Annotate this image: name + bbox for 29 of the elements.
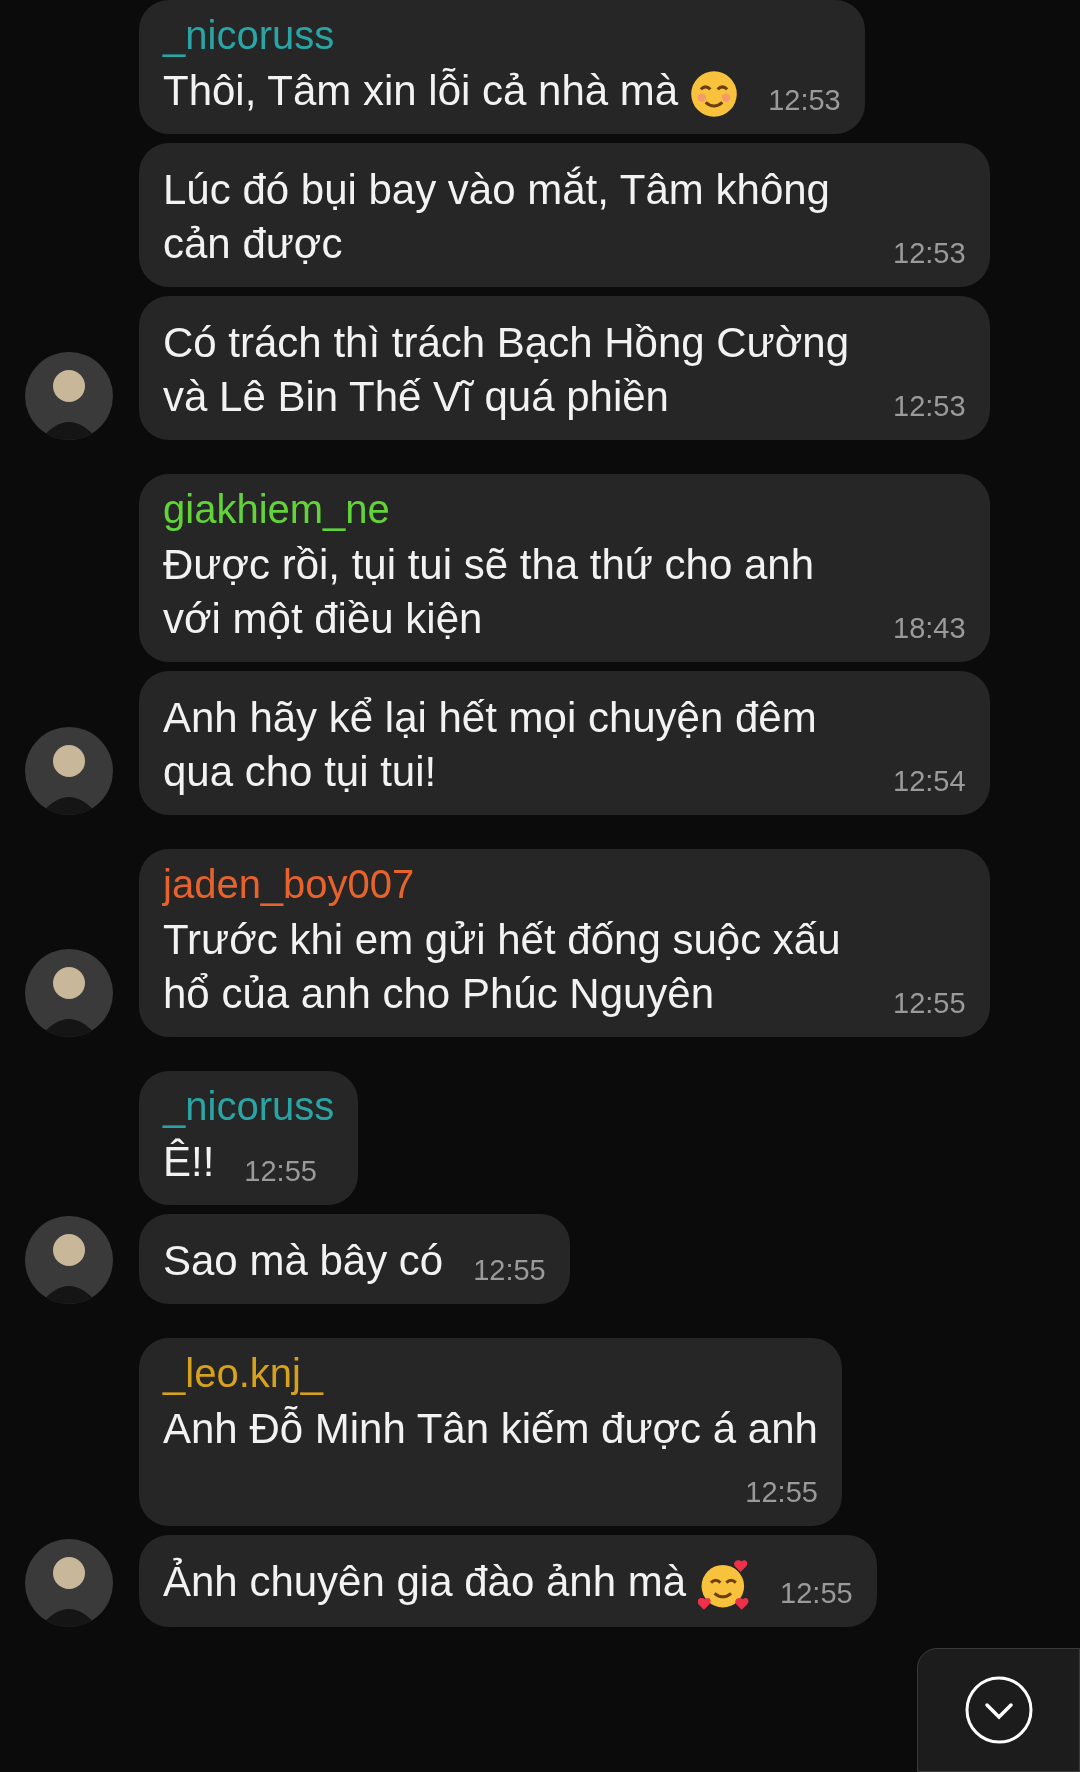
message-text: Ê!! [163,1138,215,1185]
message-text: Ảnh chuyên gia đào ảnh mà [163,1558,687,1605]
sender-name: jaden_boy007 [163,861,416,908]
message-time: 18:43 [893,611,966,646]
message-text: Có trách thì trách Bạch Hồng Cường và Lê Bin Thế Vĩ quá phiền [163,319,849,420]
sender-name: giakhiem_ne [163,486,391,533]
message-text: Lúc đó bụi bay vào mắt, Tâm không cản được [163,166,830,267]
sender-name: _leo.knj_ [163,1350,325,1397]
message-time: 12:54 [893,764,966,799]
message-time: 12:55 [745,1475,818,1510]
message-time: 12:55 [473,1253,546,1288]
message-text: Anh Đỗ Minh Tân kiếm được á anh [163,1405,818,1452]
smiling-face-icon [690,69,739,118]
message-time: 12:53 [893,236,966,271]
message-time: 12:55 [244,1154,317,1189]
message-time: 12:55 [780,1575,853,1611]
message-text: Thôi, Tâm xin lỗi cả nhà mà [163,67,679,114]
smiling-face-with-hearts-icon [698,1558,751,1611]
message-text: Được rồi, tụi tui sẽ tha thứ cho anh với một điều kiện [163,541,815,642]
message-time: 12:53 [768,83,841,118]
chevron-down-icon [964,1676,1033,1744]
scroll-down-button[interactable] [917,1648,1080,1772]
message-text: Anh hãy kể lại hết mọi chuyện đêm qua cho tụi tui! [163,694,817,795]
sender-name: _nicoruss [163,1083,335,1130]
sender-name: _nicoruss [163,12,336,59]
message-text: Sao mà bây có [163,1237,444,1284]
message-text: Trước khi em gửi hết đống suộc xấu hổ của anh cho Phúc Nguyên [163,916,841,1017]
message-time: 12:53 [893,389,966,424]
message-time: 12:55 [893,986,966,1021]
